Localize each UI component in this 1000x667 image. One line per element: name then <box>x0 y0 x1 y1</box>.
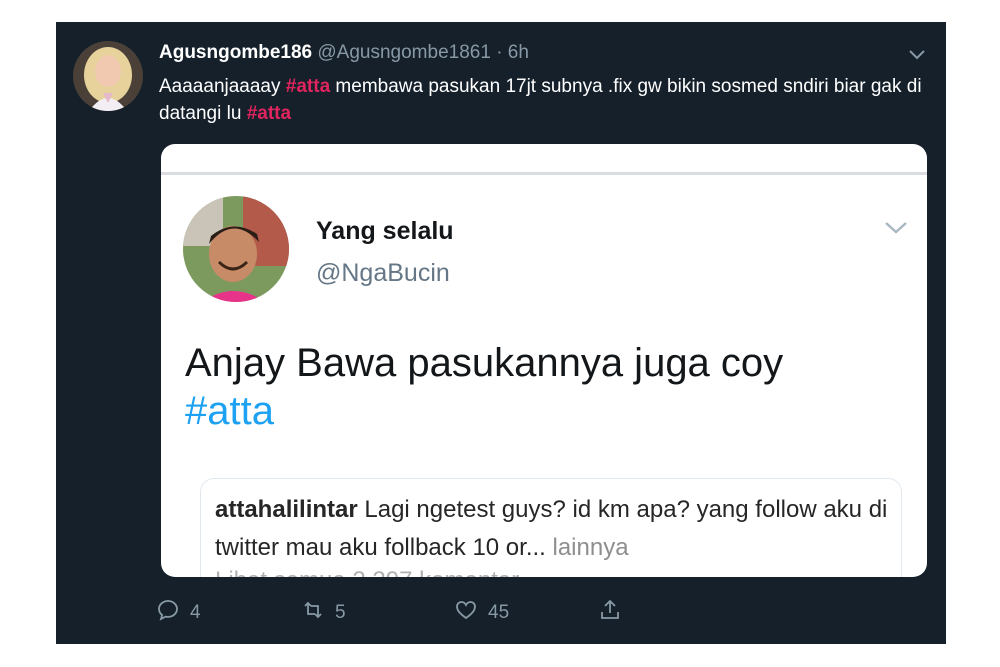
instagram-caption: attahalilintar Lagi ngetest guys? id km … <box>215 491 895 567</box>
share-icon <box>598 598 622 628</box>
embedded-tweet-text: Anjay Bawa pasukannya juga coy #atta <box>185 339 905 435</box>
user-handle[interactable]: @Agusngombe1861 <box>317 42 491 63</box>
retweet-icon <box>301 598 325 628</box>
share-button[interactable] <box>598 599 622 627</box>
instagram-username: attahalilintar <box>215 496 358 523</box>
like-button[interactable]: 45 <box>454 599 509 627</box>
instagram-comments-link: Lihat semua 2.297 komentar <box>215 567 519 577</box>
tweet-card[interactable]: Agusngombe186 @Agusngombe1861 · 6h Aaaaa… <box>56 22 946 644</box>
like-count: 45 <box>488 602 510 623</box>
embedded-display-name: Yang selalu <box>316 217 454 245</box>
instagram-more-link: lainnya <box>545 534 629 561</box>
embedded-handle: @NgaBucin <box>316 259 450 287</box>
tweet-header: Agusngombe186 @Agusngombe1861 · 6h <box>159 41 529 65</box>
reply-count: 4 <box>190 602 201 623</box>
divider <box>161 172 927 175</box>
embedded-avatar <box>183 196 289 302</box>
hashtag-link[interactable]: #atta <box>247 103 291 124</box>
chevron-down-icon <box>883 220 909 236</box>
embedded-text-line: Anjay Bawa pasukannya juga coy <box>185 341 784 385</box>
embedded-image[interactable]: Yang selalu @NgaBucin Anjay Bawa pasukan… <box>161 144 927 577</box>
avatar[interactable] <box>73 41 143 111</box>
instagram-quote: attahalilintar Lagi ngetest guys? id km … <box>200 478 902 577</box>
separator-dot: · <box>496 42 503 63</box>
tweet-text: Aaaaanjaaaay #atta membawa pasukan 17jt … <box>159 73 929 127</box>
embedded-hashtag: #atta <box>185 389 274 433</box>
tweet-text-part: Aaaaanjaaaay <box>159 76 286 97</box>
retweet-button[interactable]: 5 <box>301 599 346 627</box>
heart-icon <box>454 598 478 628</box>
reply-icon <box>156 598 180 628</box>
action-bar: 4 5 45 <box>156 599 716 627</box>
chevron-down-icon[interactable] <box>908 48 926 60</box>
reply-button[interactable]: 4 <box>156 599 201 627</box>
retweet-count: 5 <box>335 602 346 623</box>
timestamp[interactable]: 6h <box>508 42 529 63</box>
hashtag-link[interactable]: #atta <box>286 76 330 97</box>
display-name[interactable]: Agusngombe186 <box>159 42 312 63</box>
